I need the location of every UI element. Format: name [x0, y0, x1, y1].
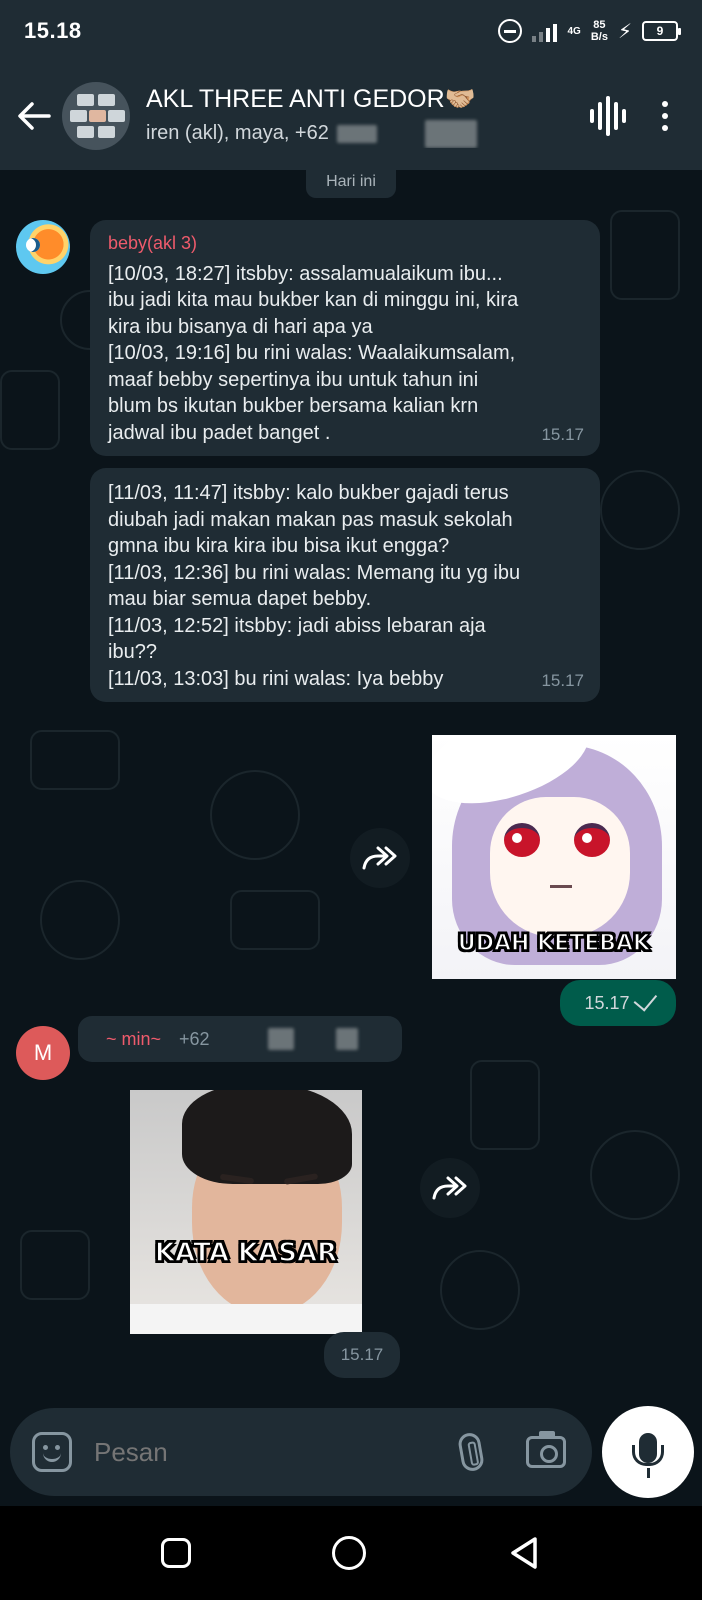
sender-name[interactable]: beby(akl 3)	[108, 230, 582, 257]
sender-header[interactable]: ~ min~ +62	[78, 1016, 402, 1062]
status-bar: 15.18 4G 85 B/s ⚡ 9	[0, 0, 702, 62]
signal-icon	[532, 20, 558, 42]
message-line: [11/03, 12:36] bu rini walas: Memang itu…	[108, 561, 521, 584]
message-line: diubah jadi makan makan pas masuk sekola…	[108, 508, 513, 531]
wallpaper-doodle	[470, 1060, 540, 1150]
sticker-caption: UDAH KETEBAK	[457, 930, 651, 957]
wallpaper-doodle	[40, 880, 120, 960]
message-bubble[interactable]: [11/03, 11:47] itsbby: kalo bukber gajad…	[90, 468, 600, 702]
redacted-block	[335, 1028, 358, 1050]
wallpaper-doodle	[590, 1130, 680, 1220]
status-icons: 4G 85 B/s ⚡ 9	[498, 19, 681, 44]
redacted-block	[267, 1028, 294, 1050]
home-button[interactable]	[331, 1536, 366, 1570]
charging-icon: ⚡	[617, 20, 632, 43]
message-line: kira ibu bisanya di hari apa ya	[108, 315, 373, 338]
message-time: 15.17	[324, 1332, 400, 1378]
network-speed: 85 B/s	[591, 19, 608, 43]
microphone-stand	[647, 1468, 650, 1478]
camera-icon[interactable]	[526, 1431, 566, 1468]
back-button[interactable]	[6, 88, 62, 144]
attach-icon[interactable]	[456, 1431, 486, 1473]
forward-button[interactable]	[350, 828, 410, 888]
header-actions	[590, 95, 676, 137]
message-time: 15.17	[584, 992, 630, 1013]
message-line: [10/03, 19:16] bu rini walas: Waalaikums…	[108, 342, 516, 364]
sticker-hair	[182, 1090, 352, 1184]
back-triangle-icon[interactable]	[507, 1535, 541, 1571]
wallpaper-doodle	[30, 730, 120, 790]
arrow-left-icon	[18, 102, 51, 130]
group-members-text: iren (akl), maya, +62	[146, 122, 329, 144]
outgoing-time-badge: 15.17	[560, 980, 676, 1026]
message-line: ibu??	[108, 641, 157, 663]
voice-chat-icon[interactable]	[590, 96, 626, 136]
voice-record-button[interactable]	[602, 1406, 694, 1498]
group-title: AKL THREE ANTI GEDOR🤝🏼	[146, 84, 476, 113]
wallpaper-doodle	[210, 770, 300, 860]
sticker-icon[interactable]	[32, 1432, 72, 1472]
redacted-block	[424, 119, 477, 148]
sticker-eye	[574, 823, 610, 857]
message-line: maaf bebby sepertinya ibu untuk tahun in…	[108, 368, 479, 391]
forward-icon	[432, 1176, 467, 1200]
wallpaper-doodle	[610, 210, 680, 300]
chat-header: AKL THREE ANTI GEDOR🤝🏼 iren (akl), maya,…	[0, 62, 702, 170]
group-members: iren (akl), maya, +62	[146, 119, 590, 148]
date-chip: Hari ini	[306, 170, 396, 198]
battery-icon: 9	[642, 21, 681, 41]
network-type: 4G	[567, 25, 581, 37]
message-line: jadwal ibu padet banget .	[108, 421, 331, 444]
message-line: mau biar semua dapet bebby.	[108, 588, 372, 610]
message-line: blum bs ikutan bukber bersama kalian krn	[108, 395, 479, 417]
avatar[interactable]: M	[16, 1026, 70, 1080]
message-bubble[interactable]: beby(akl 3) [10/03, 18:27] itsbby: assal…	[90, 220, 600, 456]
sender-phone: +62	[179, 1028, 210, 1049]
wallpaper-doodle	[440, 1250, 520, 1330]
sticker-mouth	[550, 885, 572, 888]
message-input[interactable]	[94, 1436, 460, 1468]
sticker-caption: KATA KASAR	[154, 1237, 338, 1269]
system-nav-bar	[0, 1506, 702, 1600]
sender-name[interactable]: ~ min~	[106, 1029, 161, 1050]
wallpaper-doodle	[600, 470, 680, 550]
message-input-bar	[10, 1408, 592, 1496]
person-sticker[interactable]: KATA KASAR	[130, 1090, 362, 1334]
message-time: 15.17	[541, 424, 584, 444]
more-options-icon[interactable]	[654, 95, 676, 137]
wallpaper-doodle	[230, 890, 320, 950]
forward-icon	[362, 846, 397, 870]
sticker-face	[490, 797, 630, 937]
battery-level: 9	[656, 24, 664, 38]
message-line: [11/03, 12:52] itsbby: jadi abiss lebara…	[108, 614, 486, 637]
message-line: gmna ibu kira kira ibu bisa ikut engga?	[108, 535, 450, 557]
wallpaper-doodle	[20, 1230, 90, 1300]
chat-area[interactable]: Hari ini beby(akl 3) [10/03, 18:27] itsb…	[0, 170, 702, 1405]
do-not-disturb-icon	[498, 19, 523, 43]
sticker-eye	[504, 823, 540, 857]
message-line: [11/03, 11:47] itsbby: kalo bukber gajad…	[108, 482, 509, 504]
status-time: 15.18	[24, 18, 82, 43]
header-text[interactable]: AKL THREE ANTI GEDOR🤝🏼 iren (akl), maya,…	[146, 85, 590, 148]
speed-value: 85	[593, 19, 606, 31]
check-icon	[633, 987, 657, 1012]
message-line: [10/03, 18:27] itsbby: assalamualaikum i…	[108, 262, 503, 285]
wallpaper-doodle	[0, 370, 60, 450]
recent-apps-button[interactable]	[160, 1538, 191, 1568]
message-line: [11/03, 13:03] bu rini walas: Iya bebby	[108, 667, 444, 690]
redacted-block	[336, 124, 377, 143]
sticker-shirt	[130, 1304, 362, 1334]
avatar[interactable]	[16, 220, 70, 274]
group-avatar[interactable]	[62, 82, 130, 150]
message-line: ibu jadi kita mau bukber kan di minggu i…	[108, 289, 519, 311]
message-time: 15.17	[541, 670, 584, 690]
microphone-icon	[632, 1433, 664, 1466]
forward-button[interactable]	[420, 1158, 480, 1218]
anime-sticker[interactable]: UDAH KETEBAK	[432, 735, 676, 979]
speed-unit: B/s	[590, 31, 608, 43]
